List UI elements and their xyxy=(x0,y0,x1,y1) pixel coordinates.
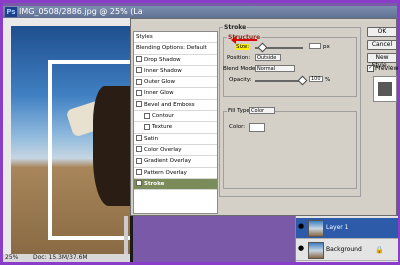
stroke-frame xyxy=(48,60,130,240)
checkmark-icon: ✓ xyxy=(367,65,374,72)
size-unit: px xyxy=(323,44,330,50)
position-label: Position: xyxy=(227,55,251,61)
photoshop-icon: Ps xyxy=(5,7,17,17)
style-item-inner-glow[interactable]: Inner Glow xyxy=(134,88,217,100)
doc-size: Doc: 15.3M/37.6M xyxy=(33,254,88,261)
scrollbar[interactable] xyxy=(124,216,128,254)
style-item-stroke[interactable]: Stroke xyxy=(134,178,217,191)
layer-thumbnail xyxy=(308,242,324,259)
style-checkbox[interactable] xyxy=(136,157,142,164)
size-input[interactable] xyxy=(309,43,321,49)
document-titlebar: Ps IMG_0508/2886.jpg @ 25% (La xyxy=(3,6,397,18)
opacity-unit: % xyxy=(325,77,331,83)
ok-button[interactable]: OK xyxy=(367,27,397,37)
new-style-button[interactable]: New Style... xyxy=(367,53,397,69)
style-item-label: Styles xyxy=(136,34,153,40)
opacity-slider[interactable] xyxy=(255,80,303,82)
layer-row[interactable]: ● Background 🔒 xyxy=(296,240,398,261)
eye-icon[interactable]: ● xyxy=(297,244,305,252)
status-bar: 25% Doc: 15.3M/37.6M xyxy=(3,254,130,262)
style-checkbox[interactable] xyxy=(136,56,142,63)
style-item-gradient-overlay[interactable]: Gradient Overlay xyxy=(134,156,217,168)
fill-type-select[interactable]: Color xyxy=(249,107,275,114)
layer-row[interactable]: ● Layer 1 xyxy=(296,218,398,239)
style-item-drop-shadow[interactable]: Drop Shadow xyxy=(134,55,217,66)
style-item-label: Stroke xyxy=(144,180,165,187)
style-item-label: Outer Glow xyxy=(144,79,176,86)
style-item-label: Drop Shadow xyxy=(144,56,181,63)
styles-list: Styles Blending Options: Default Drop Shad… xyxy=(133,31,218,214)
document-title: IMG_0508/2886.jpg @ 25% (La xyxy=(19,7,143,16)
style-item-texture[interactable]: Texture xyxy=(134,122,217,134)
opacity-label: Opacity: xyxy=(229,77,252,83)
stroke-title: Stroke xyxy=(223,24,248,31)
stroke-panel: Stroke Structure Size: px Position: Outs… xyxy=(219,23,361,197)
document-canvas[interactable] xyxy=(11,26,130,254)
style-checkbox[interactable] xyxy=(136,146,142,153)
layer-style-dialog: Styles Blending Options: Default Drop Shad… xyxy=(130,18,398,216)
layer-thumbnail xyxy=(308,220,324,237)
style-checkbox[interactable] xyxy=(136,101,142,108)
style-item-bevel-and-emboss[interactable]: Bevel and Emboss xyxy=(134,100,217,112)
blend-mode-label: Blend Mode: xyxy=(223,66,258,72)
preview-checkbox[interactable]: ✓ Preview xyxy=(367,65,398,72)
style-item-label: Pattern Overlay xyxy=(144,169,187,176)
style-preview-thumbnail xyxy=(373,76,397,102)
lock-icon: 🔒 xyxy=(375,246,384,254)
style-item-pattern-overlay[interactable]: Pattern Overlay xyxy=(134,168,217,179)
preview-swatch xyxy=(378,82,392,96)
style-item-label: Inner Shadow xyxy=(144,67,182,74)
cancel-button[interactable]: Cancel xyxy=(367,40,397,50)
red-arrow-annotation xyxy=(231,36,257,44)
color-label: Color: xyxy=(229,124,246,130)
style-checkbox[interactable] xyxy=(136,169,142,176)
fill-type-group xyxy=(223,111,357,189)
style-checkbox[interactable] xyxy=(144,112,150,119)
size-label: Size: xyxy=(235,44,251,50)
blend-mode-select[interactable]: Normal xyxy=(255,65,295,72)
style-item-color-overlay[interactable]: Color Overlay xyxy=(134,145,217,157)
stroke-color-swatch[interactable] xyxy=(249,123,265,132)
style-item-label: Texture xyxy=(152,124,173,131)
style-item-label: Color Overlay xyxy=(144,146,182,153)
style-item-styles[interactable]: Styles xyxy=(134,32,217,44)
style-item-inner-shadow[interactable]: Inner Shadow xyxy=(134,66,217,78)
style-item-label: Blending Options: Default xyxy=(136,45,207,52)
style-item-label: Inner Glow xyxy=(144,90,174,97)
layer-name: Background xyxy=(326,246,362,253)
layers-panel: ● Layer 1 ● Background 🔒 xyxy=(295,216,398,262)
zoom-readout: 25% xyxy=(5,254,19,261)
style-checkbox[interactable] xyxy=(136,78,142,85)
style-item-contour[interactable]: Contour xyxy=(134,111,217,123)
style-checkbox[interactable] xyxy=(144,123,150,130)
preview-label: Preview xyxy=(375,65,399,72)
eye-icon[interactable]: ● xyxy=(297,222,305,230)
style-item-outer-glow[interactable]: Outer Glow xyxy=(134,77,217,89)
position-select[interactable]: Outside xyxy=(255,54,281,61)
style-item-satin[interactable]: Satin xyxy=(134,134,217,145)
style-checkbox[interactable] xyxy=(136,180,142,187)
style-checkbox[interactable] xyxy=(136,89,142,96)
style-checkbox[interactable] xyxy=(136,67,142,74)
style-item-label: Satin xyxy=(144,135,159,142)
style-item-blending-options-default[interactable]: Blending Options: Default xyxy=(134,43,217,55)
style-item-label: Gradient Overlay xyxy=(144,158,192,165)
opacity-input[interactable]: 100 xyxy=(309,76,323,82)
layer-name: Layer 1 xyxy=(326,224,349,231)
style-item-label: Bevel and Emboss xyxy=(144,101,195,108)
style-checkbox[interactable] xyxy=(136,135,142,142)
style-item-label: Contour xyxy=(152,113,174,120)
